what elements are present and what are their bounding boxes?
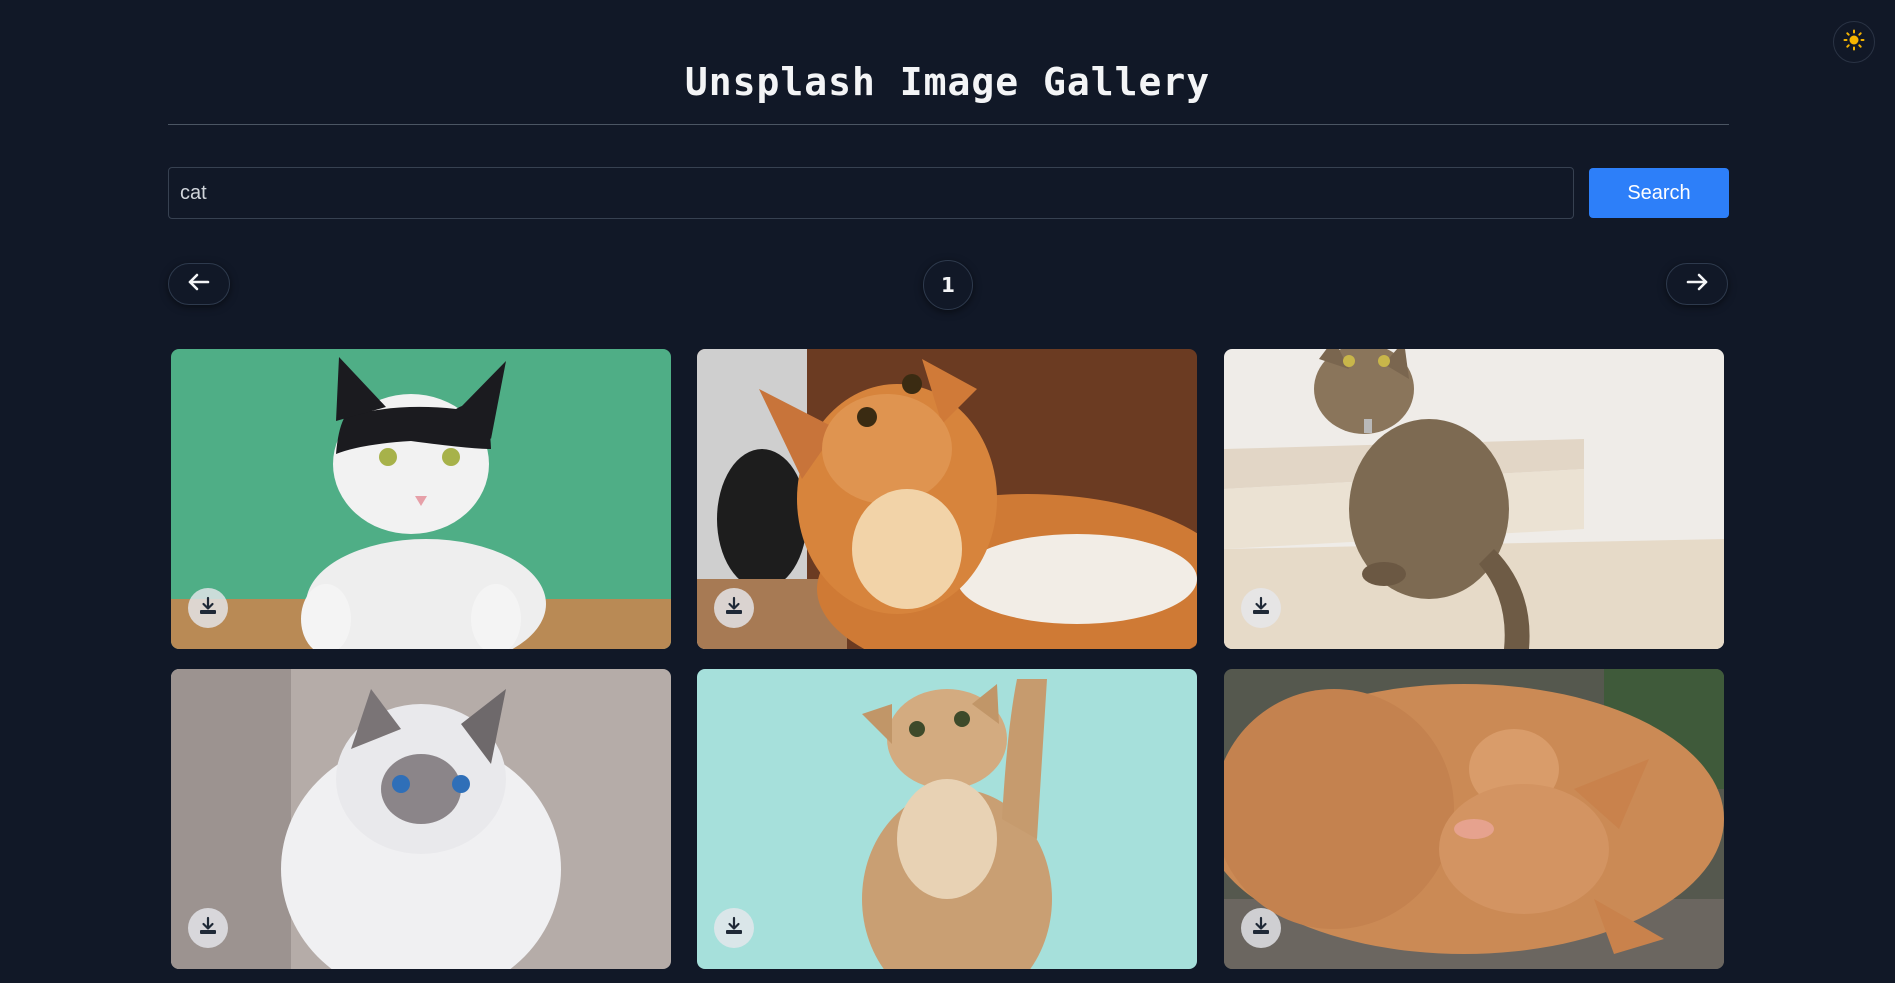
sun-icon xyxy=(1843,29,1865,56)
cat-photo xyxy=(1224,349,1724,649)
search-input[interactable] xyxy=(168,167,1574,219)
download-button[interactable] xyxy=(1241,588,1281,628)
download-icon xyxy=(1251,596,1271,621)
next-page-button[interactable] xyxy=(1666,263,1728,305)
download-icon xyxy=(724,596,744,621)
gallery-image-card[interactable] xyxy=(171,349,671,649)
search-button[interactable]: Search xyxy=(1589,168,1729,218)
download-button[interactable] xyxy=(188,908,228,948)
gallery-image-card[interactable] xyxy=(697,349,1197,649)
gallery-image-card[interactable] xyxy=(697,669,1197,969)
gallery-image-card[interactable] xyxy=(171,669,671,969)
arrow-right-icon xyxy=(1685,273,1709,296)
gallery-image-card[interactable] xyxy=(1224,669,1724,969)
title-divider xyxy=(168,124,1729,125)
download-button[interactable] xyxy=(188,588,228,628)
arrow-left-icon xyxy=(187,273,211,296)
download-icon xyxy=(1251,916,1271,941)
page-title: Unsplash Image Gallery xyxy=(684,60,1211,104)
cat-photo xyxy=(171,669,671,969)
cat-photo xyxy=(697,669,1197,969)
download-button[interactable] xyxy=(714,588,754,628)
download-icon xyxy=(198,916,218,941)
cat-photo xyxy=(697,349,1197,649)
download-icon xyxy=(198,596,218,621)
gallery-image-card[interactable] xyxy=(1224,349,1724,649)
current-page-indicator: 1 xyxy=(923,260,973,310)
download-button[interactable] xyxy=(714,908,754,948)
download-icon xyxy=(724,916,744,941)
download-button[interactable] xyxy=(1241,908,1281,948)
cat-photo xyxy=(1224,669,1724,969)
cat-photo xyxy=(171,349,671,649)
theme-toggle-button[interactable] xyxy=(1833,21,1875,63)
previous-page-button[interactable] xyxy=(168,263,230,305)
